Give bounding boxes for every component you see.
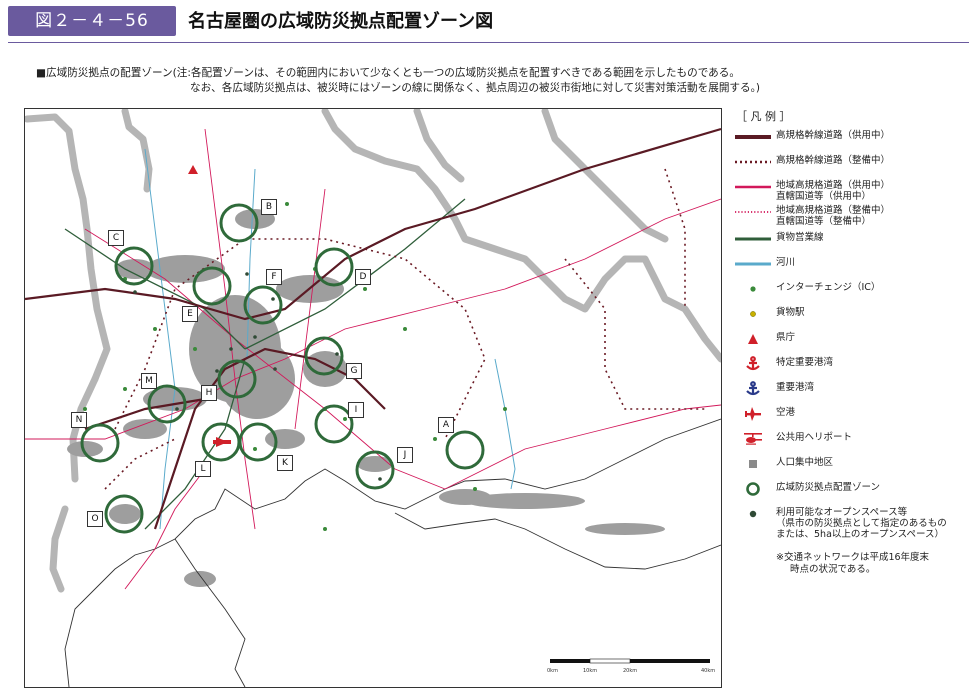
zone-label-i: I — [348, 402, 364, 418]
scale-label-10: 10km — [583, 668, 597, 674]
legend-item-regional-planned: 地域高規格道路（整備中） 直轄国道等（整備中） — [730, 205, 970, 232]
caption-line-2: なお、各広域防災拠点は、被災時にはゾーンの線に関係なく、拠点周辺の被災市街地に対… — [190, 82, 761, 94]
legend-heading: ［ 凡 例 ］ — [736, 110, 791, 123]
figure-number-badge: 図２－４－56 — [8, 6, 176, 36]
dense-areas — [67, 209, 665, 587]
legend-footnote-1: ※交通ネットワークは平成16年度末 — [776, 552, 930, 563]
legend-label-interchange: インターチェンジ（IC） — [776, 282, 881, 293]
legend: ［ 凡 例 ］ 高規格幹線道路（供用中） 高規格幹線道路（整備中） 地域高規格道… — [730, 108, 970, 576]
dense-area-square-icon — [749, 460, 757, 468]
legend-open-space-note-2: または、5ha以上のオープンスペース） — [776, 529, 944, 540]
open-space-dot-icon — [749, 510, 757, 518]
legend-item-expressway-planned: 高規格幹線道路（整備中） — [730, 155, 970, 180]
figure-title: 名古屋圏の広域防災拠点配置ゾーン図 — [188, 11, 494, 32]
legend-item-prefectural-office: 県庁 — [730, 332, 970, 357]
zone-label-m: M — [141, 373, 157, 389]
legend-label-open-space: 利用可能なオープンスペース等 — [776, 507, 908, 518]
blue-anchor-icon — [746, 381, 760, 396]
legend-item-expressway-open: 高規格幹線道路（供用中） — [730, 130, 970, 155]
freight-station-dot-icon — [750, 311, 756, 317]
legend-label-special-port: 特定重要港湾 — [776, 357, 834, 368]
zone-label-j: J — [397, 447, 413, 463]
legend-label-expressway-planned: 高規格幹線道路（整備中） — [776, 155, 891, 166]
legend-item-airport: 空港 — [730, 407, 970, 432]
legend-item-major-port: 重要港湾 — [730, 381, 970, 407]
legend-item-special-port: 特定重要港湾 — [730, 356, 970, 382]
legend-footnote: ※交通ネットワークは平成16年度末 時点の状況である。 — [730, 552, 970, 576]
legend-label-expressway-open: 高規格幹線道路（供用中） — [776, 130, 891, 141]
zone-label-f: F — [266, 269, 282, 285]
legend-item-open-space: 利用可能なオープンスペース等 （県市の防災拠点として指定のあるもの または、5h… — [730, 507, 970, 540]
legend-label-freight-line: 貨物営業線 — [776, 232, 824, 243]
caption-line-1: ■広域防災拠点の配置ゾーン(注:各配置ゾーンは、その範囲内において少なくとも一つ… — [36, 67, 740, 79]
prefectural-office-triangle-icon — [748, 334, 758, 344]
scale-label-0: 0km — [547, 668, 558, 674]
legend-label-airport: 空港 — [776, 407, 796, 418]
map-canvas: 0km 10km 20km 40km — [25, 109, 721, 687]
airplane-icon — [745, 407, 761, 421]
legend-label-regional-planned: 地域高規格道路（整備中） — [776, 205, 891, 216]
legend-item-interchange: インターチェンジ（IC） — [730, 282, 970, 307]
zone-ring-icon — [746, 482, 760, 496]
airport-markers — [213, 437, 231, 447]
zone-label-c: C — [108, 230, 124, 246]
helicopter-icon — [744, 433, 762, 445]
legend-item-heliport: 公共用ヘリポート — [730, 432, 970, 457]
legend-item-river: 河川 — [730, 257, 970, 282]
legend-item-regional-open: 地域高規格道路（供用中） 直轄国道等（供用中） — [730, 180, 970, 205]
legend-label-national-open: 直轄国道等（供用中） — [776, 191, 872, 202]
legend-label-disaster-zone: 広域防災拠点配置ゾーン — [776, 482, 881, 493]
legend-item-disaster-zone: 広域防災拠点配置ゾーン — [730, 482, 970, 507]
zone-label-o: O — [87, 511, 103, 527]
zone-label-b: B — [261, 199, 277, 215]
legend-label-prefectural-office: 県庁 — [776, 332, 796, 343]
prefectural-office-marker — [188, 165, 198, 174]
interchange-dot-icon — [750, 286, 756, 292]
zone-label-n: N — [71, 412, 87, 428]
scale-bar: 0km 10km 20km 40km — [547, 658, 715, 674]
scale-label-40: 40km — [701, 668, 715, 674]
legend-label-dense-area: 人口集中地区 — [776, 457, 834, 468]
legend-label-heliport: 公共用ヘリポート — [776, 432, 853, 443]
legend-footnote-2: 時点の状況である。 — [790, 564, 876, 575]
scale-label-20: 20km — [623, 668, 637, 674]
zone-label-h: H — [201, 385, 217, 401]
caption: ■広域防災拠点の配置ゾーン(注:各配置ゾーンは、その範囲内において少なくとも一つ… — [36, 66, 846, 96]
legend-label-regional-open: 地域高規格道路（供用中） — [776, 180, 891, 191]
legend-label-freight-station: 貨物駅 — [776, 307, 805, 318]
zone-label-g: G — [346, 363, 362, 379]
legend-item-dense-area: 人口集中地区 — [730, 457, 970, 482]
map: 0km 10km 20km 40km A B C D E F G H I J K… — [24, 108, 722, 688]
zone-label-k: K — [277, 455, 293, 471]
red-anchor-icon — [746, 356, 760, 371]
legend-label-national-planned: 直轄国道等（整備中） — [776, 216, 872, 227]
legend-label-river: 河川 — [776, 257, 796, 268]
zone-label-l: L — [195, 461, 211, 477]
zone-label-e: E — [182, 306, 198, 322]
zone-label-d: D — [355, 269, 371, 285]
coastline — [64, 418, 721, 687]
zone-label-a: A — [438, 417, 454, 433]
legend-item-freight-line: 貨物営業線 — [730, 232, 970, 257]
legend-label-major-port: 重要港湾 — [776, 382, 815, 393]
title-rule — [8, 42, 969, 43]
legend-open-space-note-1: （県市の防災拠点として指定のあるもの — [776, 518, 947, 529]
legend-item-freight-station: 貨物駅 — [730, 307, 970, 332]
